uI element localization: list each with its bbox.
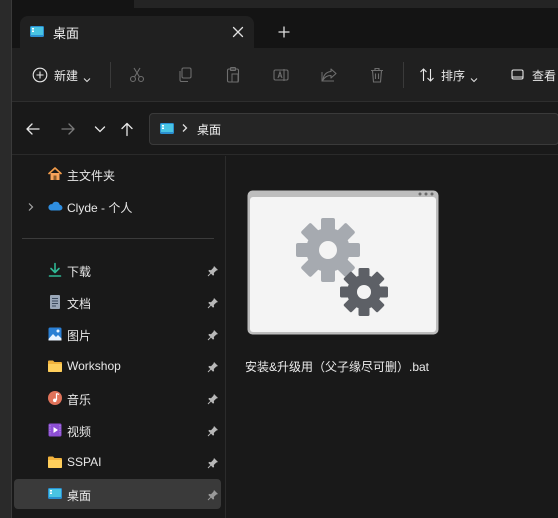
sidebar-item-label: 桌面 [67,489,92,503]
tab-title: 桌面 [53,25,80,41]
sidebar-item-pictures[interactable]: 图片 [14,319,221,349]
sidebar-item-label: 音乐 [67,393,92,407]
forward-arrow-icon[interactable] [60,121,76,137]
pin-icon[interactable] [207,424,219,437]
pin-icon[interactable] [207,328,219,341]
music-icon [47,390,63,406]
pin-icon[interactable] [207,392,219,405]
document-icon [47,294,63,310]
breadcrumb-desktop[interactable]: 桌面 [197,121,221,138]
folder-icon [47,454,63,470]
desktop-folder-icon [159,121,175,137]
toolbar-separator [110,62,111,88]
sort-arrows-icon [419,67,435,83]
recent-locations-chevron-icon[interactable] [92,121,108,137]
sidebar-item-label: Workshop [67,359,121,373]
sidebar-item-label: 文档 [67,297,92,311]
batch-file-gears-icon [247,190,439,335]
sort-button-label: 排序 [441,68,466,83]
address-bar[interactable]: 桌面 [149,113,558,145]
paste-icon[interactable] [224,65,242,85]
rename-icon[interactable] [272,65,290,85]
desktop-folder-icon [47,486,63,502]
sidebar-item-workshop[interactable]: Workshop [14,351,221,381]
desktop-folder-icon [29,24,45,40]
chevron-down-icon [83,71,91,83]
sidebar-item-desktop[interactable]: 桌面 [14,479,221,509]
sidebar-item-label: 图片 [67,329,92,343]
chevron-right-icon[interactable] [26,200,36,212]
copy-icon[interactable] [176,65,194,85]
view-icon [510,67,526,83]
file-item[interactable]: 安装&升级用（父子缘尽可删）.bat [245,190,441,380]
download-icon [47,262,63,278]
sidebar-item-home[interactable]: 主文件夹 [14,159,221,189]
sidebar-item-label: 视频 [67,425,92,439]
sidebar-item-label: 下载 [67,265,92,279]
sidebar-item-label: SSPAI [67,455,102,469]
file-list-area: 安装&升级用（父子缘尽可删）.bat [227,156,558,518]
cut-icon[interactable] [128,65,146,85]
chevron-down-icon [470,71,478,83]
sidebar-item-documents[interactable]: 文档 [14,287,221,317]
tab-desktop[interactable]: 桌面 [20,16,254,48]
plus-circle-icon [32,67,48,83]
home-icon [47,166,63,182]
view-button-label: 查看 [532,68,557,83]
title-bar-strip [134,0,558,8]
close-icon[interactable] [230,24,246,40]
breadcrumb-chevron-icon[interactable] [181,122,189,136]
picture-icon [47,326,63,342]
sort-button[interactable]: 排序 [419,65,478,85]
new-button[interactable]: 新建 [32,65,91,85]
share-icon[interactable] [320,65,338,85]
new-button-label: 新建 [54,68,79,83]
title-bar: 桌面 [12,0,558,48]
pin-icon[interactable] [207,360,219,373]
delete-icon[interactable] [368,65,386,85]
video-icon [47,422,63,438]
up-arrow-icon[interactable] [119,121,135,137]
address-row: 桌面 [12,103,558,155]
sidebar-item-music[interactable]: 音乐 [14,383,221,413]
back-arrow-icon[interactable] [25,121,41,137]
file-name: 安装&升级用（父子缘尽可删）.bat [245,360,430,374]
sidebar-item-videos[interactable]: 视频 [14,415,221,445]
sidebar-item-sspai[interactable]: SSPAI [14,447,221,477]
sidebar-item-downloads[interactable]: 下载 [14,255,221,285]
sidebar-item-label: 主文件夹 [67,169,116,183]
cloud-icon [47,198,63,214]
command-bar: 新建 排序 查看 [12,48,558,102]
folder-icon [47,358,63,374]
view-button[interactable]: 查看 [510,65,556,85]
plus-icon[interactable] [276,24,292,40]
navigation-pane: 主文件夹 Clyde - 个人 下载 文档 图片 Workshop 音乐 视频 … [12,156,226,518]
file-explorer-window: 桌面 新建 排序 查看 桌面 主文件夹 Clyde - 个人 下载 文档 图片 … [11,0,558,518]
sidebar-item-label: Clyde - 个人 [67,201,133,215]
pin-icon[interactable] [207,264,219,277]
toolbar-separator [403,62,404,88]
sidebar-item-onedrive[interactable]: Clyde - 个人 [14,191,221,221]
sidebar-divider [22,238,214,239]
pin-icon[interactable] [207,488,219,501]
pin-icon[interactable] [207,456,219,469]
pin-icon[interactable] [207,296,219,309]
